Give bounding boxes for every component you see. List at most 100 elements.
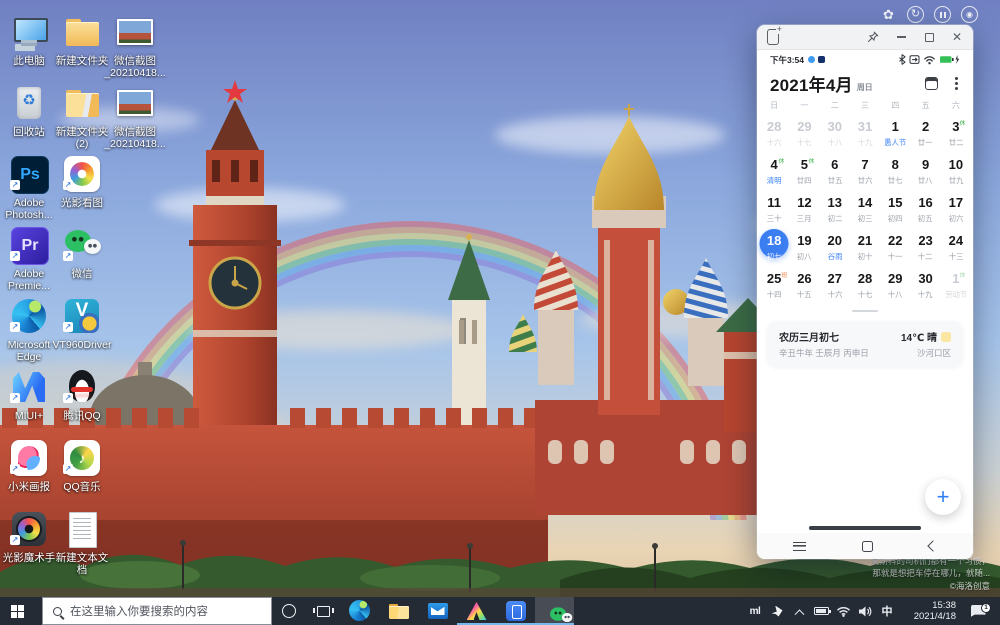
desktop-icon-qq[interactable]: ↗ 腾讯QQ — [57, 367, 107, 422]
calendar-day-31[interactable]: 31 十九 — [850, 115, 880, 153]
eye-icon[interactable]: ◉ — [961, 6, 978, 23]
calendar-day-24[interactable]: 24 十三 — [941, 229, 971, 267]
holiday-badge: 休 — [959, 120, 966, 127]
calendar-day-30[interactable]: 30 十九 — [910, 267, 940, 305]
desktop-icon-folder2[interactable]: 新建文件夹 (2) — [56, 83, 108, 151]
calendar-day-8[interactable]: 8 廿七 — [880, 153, 910, 191]
calendar-view-icon[interactable] — [925, 77, 938, 90]
pause-icon[interactable] — [934, 6, 951, 23]
drag-handle[interactable] — [757, 305, 973, 317]
day-number: 13 — [827, 195, 842, 210]
calendar-day-16[interactable]: 16 初五 — [910, 191, 940, 229]
calendar-day-26[interactable]: 26 十五 — [789, 267, 819, 305]
lunar-date: 农历三月初七 — [779, 333, 839, 344]
shortcut-arrow-icon: ↗ — [10, 393, 20, 403]
battery-tray-button[interactable] — [810, 597, 832, 625]
search-icon — [53, 606, 62, 616]
calendar-day-4[interactable]: 4 休清明 — [759, 153, 789, 191]
flower-wallpaper-icon[interactable]: ✿ — [880, 6, 897, 23]
desktop-icon-recycle[interactable]: 回收站 — [4, 83, 54, 138]
taskbar-app-mail[interactable] — [418, 597, 457, 625]
close-button[interactable]: ✕ — [951, 31, 963, 43]
calendar-day-3[interactable]: 3 休廿二 — [941, 115, 971, 153]
more-menu-icon[interactable] — [955, 82, 958, 85]
calendar-day-6[interactable]: 6 廿五 — [820, 153, 850, 191]
desktop-icon-image[interactable]: 微信截图 _20210418... — [104, 12, 166, 80]
calendar-day-29[interactable]: 29 十八 — [880, 267, 910, 305]
recents-icon[interactable] — [793, 541, 806, 551]
desktop-icon-magic[interactable]: ↗ 光影魔术手 — [3, 509, 55, 564]
cortana-button[interactable] — [272, 597, 306, 625]
back-icon[interactable] — [927, 540, 939, 552]
calendar-day-12[interactable]: 12 三月 — [789, 191, 819, 229]
desktop-icon-ps[interactable]: ↗Adobe Photosh... — [4, 154, 54, 222]
calendar-day-25[interactable]: 25 班十四 — [759, 267, 789, 305]
calendar-day-11[interactable]: 11 三十 — [759, 191, 789, 229]
taskbar-search[interactable]: 在这里输入你要搜索的内容 — [42, 597, 272, 625]
taskbar-app-edge[interactable] — [340, 597, 379, 625]
pc-icon — [9, 12, 49, 52]
calendar-day-27[interactable]: 27 十六 — [820, 267, 850, 305]
calendar-day-14[interactable]: 14 初三 — [850, 191, 880, 229]
calendar-day-28[interactable]: 28 十七 — [850, 267, 880, 305]
status-icons — [898, 54, 960, 65]
calendar-day-1[interactable]: 1 愚人节 — [880, 115, 910, 153]
tray-app-button[interactable] — [766, 597, 788, 625]
taskbar-app-wechat[interactable] — [535, 597, 574, 625]
desktop-icon-vt960[interactable]: ↗ VT960Driver — [53, 296, 111, 351]
desktop-icon-textdoc[interactable]: 新建文本文档 — [56, 509, 108, 577]
district-text: 沙河口区 — [916, 348, 951, 358]
desktop-icon-miui[interactable]: ↗ MIUI+ — [4, 367, 54, 422]
calendar-day-23[interactable]: 23 十二 — [910, 229, 940, 267]
calendar-day-5[interactable]: 5 休廿四 — [789, 153, 819, 191]
desktop-icon-folder[interactable]: 新建文件夹 — [56, 12, 108, 67]
weekday-label: 二 — [830, 101, 839, 110]
calendar-day-29[interactable]: 29 十七 — [789, 115, 819, 153]
task-view-button[interactable] — [306, 597, 340, 625]
desktop-icon-viewer[interactable]: ↗ 光影看图 — [57, 154, 107, 209]
pin-icon[interactable] — [867, 31, 879, 43]
desktop-icon-wechat[interactable]: ↗ 微信 — [57, 225, 107, 280]
taskbar-app-explorer[interactable] — [379, 597, 418, 625]
home-icon[interactable] — [862, 540, 873, 552]
network-tray-button[interactable] — [832, 597, 854, 625]
calendar-day-28[interactable]: 28 十六 — [759, 115, 789, 153]
minimize-button[interactable] — [895, 31, 907, 43]
calendar-day-30[interactable]: 30 十八 — [820, 115, 850, 153]
calendar-day-17[interactable]: 17 初六 — [941, 191, 971, 229]
desktop-icon-edge[interactable]: ↗ Microsoft Edge — [4, 296, 54, 364]
calendar-day-2[interactable]: 2 廿一 — [910, 115, 940, 153]
taskbar-app-photos[interactable] — [457, 597, 496, 625]
hidden-icons-button[interactable] — [788, 597, 810, 625]
start-button[interactable] — [0, 597, 42, 625]
new-window-icon[interactable] — [767, 25, 783, 45]
desktop-icon-pr[interactable]: ↗Adobe Premie... — [4, 225, 54, 293]
desktop-icon-image[interactable]: 微信截图 _20210418... — [104, 83, 166, 151]
calendar-day-21[interactable]: 21 初十 — [850, 229, 880, 267]
volume-tray-button[interactable] — [854, 597, 876, 625]
desktop-icon-gallery[interactable]: ↗ 小米画报 — [4, 438, 54, 493]
calendar-day-13[interactable]: 13 初二 — [820, 191, 850, 229]
lunar-info-card[interactable]: 农历三月初七 辛丑牛年 壬辰月 丙申日 14℃ 晴 沙河口区 — [767, 321, 963, 367]
taskbar-clock[interactable]: 15:38 2021/4/18 — [898, 600, 960, 623]
calendar-day-10[interactable]: 10 廿九 — [941, 153, 971, 191]
desktop-icon-qqmusic[interactable]: ↗ QQ音乐 — [57, 438, 107, 493]
refresh-icon[interactable]: ↻ — [907, 6, 924, 23]
action-center-button[interactable]: 1 — [960, 603, 996, 617]
calendar-day-9[interactable]: 9 廿八 — [910, 153, 940, 191]
calendar-day-15[interactable]: 15 初四 — [880, 191, 910, 229]
maximize-button[interactable] — [923, 31, 935, 43]
calendar-day-18[interactable]: 18 初七 — [759, 229, 789, 267]
desktop-icon-pc[interactable]: 此电脑 — [4, 12, 54, 67]
calendar-day-1[interactable]: 1 休劳动节 — [941, 267, 971, 305]
ime-indicator[interactable]: 中 — [876, 597, 898, 625]
mi-tray-icon[interactable]: ml — [744, 597, 766, 625]
taskbar-app-phone-mirror[interactable] — [496, 597, 535, 625]
calendar-day-22[interactable]: 22 十一 — [880, 229, 910, 267]
home-indicator[interactable] — [809, 526, 921, 530]
calendar-day-7[interactable]: 7 廿六 — [850, 153, 880, 191]
calendar-day-19[interactable]: 19 初八 — [789, 229, 819, 267]
ganzhi-date: 辛丑牛年 壬辰月 丙申日 — [779, 348, 869, 358]
add-event-button[interactable]: + — [925, 479, 961, 515]
calendar-day-20[interactable]: 20 谷雨 — [820, 229, 850, 267]
